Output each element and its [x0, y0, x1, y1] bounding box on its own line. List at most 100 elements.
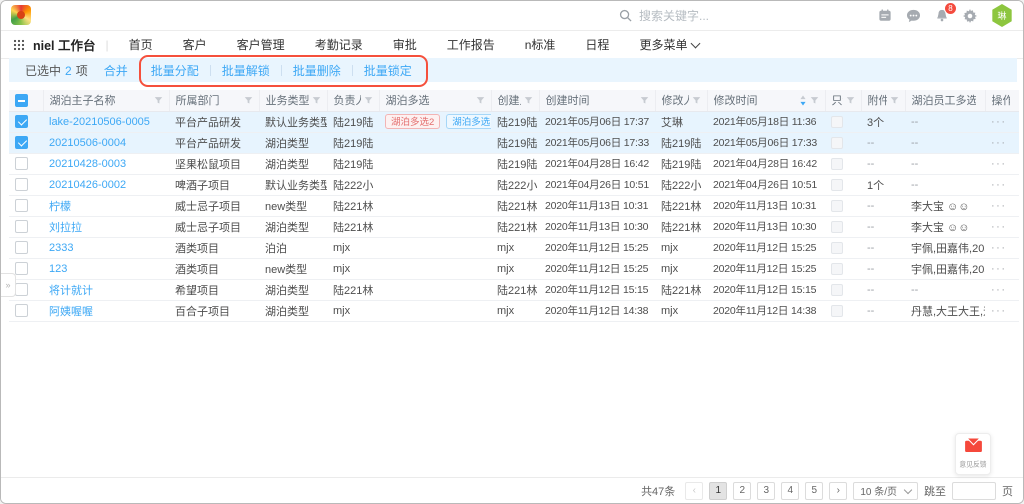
nav-item[interactable]: 审批 — [393, 36, 417, 53]
row-actions-button[interactable]: ··· — [991, 179, 1007, 191]
row-checkbox[interactable] — [15, 220, 28, 233]
readonly-checkbox[interactable] — [831, 221, 843, 233]
readonly-checkbox[interactable] — [831, 200, 843, 212]
filter-icon[interactable] — [810, 96, 819, 105]
page-button[interactable]: 1 — [709, 482, 727, 500]
header-checkbox-cell — [9, 90, 43, 111]
readonly-checkbox[interactable] — [831, 179, 843, 191]
record-link[interactable]: 阿姨喔喔 — [49, 306, 93, 318]
row-actions-button[interactable]: ··· — [991, 116, 1007, 128]
batch-separator — [352, 65, 353, 76]
nav-item[interactable]: 首页 — [129, 36, 153, 53]
row-checkbox[interactable] — [15, 262, 28, 275]
feedback-button[interactable]: 意见反馈 — [955, 433, 991, 475]
nav-item[interactable]: 客户管理 — [237, 36, 285, 53]
record-link[interactable]: 20210506-0004 — [49, 137, 126, 149]
user-avatar[interactable]: 琳 — [991, 4, 1013, 27]
filter-icon[interactable] — [890, 96, 899, 105]
merge-button[interactable]: 合并 — [104, 62, 128, 79]
filter-icon[interactable] — [640, 96, 649, 105]
row-checkbox[interactable] — [15, 241, 28, 254]
row-actions-button[interactable]: ··· — [991, 263, 1007, 275]
batch-action-link[interactable]: 批量分配 — [151, 62, 199, 79]
employees-cell: 丹慧,大王大王,遥 — [905, 300, 985, 321]
page-button[interactable]: 3 — [757, 482, 775, 500]
filter-icon[interactable] — [692, 96, 701, 105]
filter-icon[interactable] — [846, 96, 855, 105]
gear-icon[interactable] — [963, 9, 977, 23]
page-size-select[interactable]: 10 条/页 — [853, 482, 918, 500]
record-link[interactable]: 柠檬 — [49, 201, 71, 213]
row-checkbox[interactable] — [15, 157, 28, 170]
record-link[interactable]: 20210428-0003 — [49, 158, 126, 170]
batch-action-link[interactable]: 批量解锁 — [222, 62, 270, 79]
tags-cell — [379, 216, 491, 237]
nav-items: 首页 客户 客户管理 考勤记录 审批 工作报告 n标准 日程 — [129, 36, 640, 53]
bell-icon[interactable]: 8 — [935, 8, 949, 23]
employees-cell: -- — [905, 174, 985, 195]
filter-icon[interactable] — [244, 96, 253, 105]
nav-item[interactable]: 工作报告 — [447, 36, 495, 53]
next-page-button[interactable]: › — [829, 482, 847, 500]
row-actions-button[interactable]: ··· — [991, 158, 1007, 170]
row-checkbox[interactable] — [15, 304, 28, 317]
readonly-checkbox[interactable] — [831, 305, 843, 317]
batch-action-link[interactable]: 批量删除 — [293, 62, 341, 79]
row-actions-button[interactable]: ··· — [991, 305, 1007, 317]
app-logo[interactable] — [11, 5, 31, 25]
global-search[interactable]: 搜索关键字... — [619, 1, 709, 30]
page-button[interactable]: 2 — [733, 482, 751, 500]
nav-item[interactable]: 客户 — [183, 36, 207, 53]
readonly-checkbox[interactable] — [831, 137, 843, 149]
filter-icon[interactable] — [524, 96, 533, 105]
nav-item[interactable]: n标准 — [525, 36, 556, 53]
filter-icon[interactable] — [312, 96, 321, 105]
readonly-checkbox[interactable] — [831, 158, 843, 170]
actions-cell: ··· — [985, 195, 1019, 216]
readonly-checkbox[interactable] — [831, 242, 843, 254]
row-actions-button[interactable]: ··· — [991, 242, 1007, 254]
row-actions-button[interactable]: ··· — [991, 221, 1007, 233]
row-checkbox[interactable] — [15, 178, 28, 191]
row-checkbox[interactable] — [15, 136, 28, 149]
record-link[interactable]: 2333 — [49, 242, 73, 254]
select-all-checkbox[interactable] — [15, 94, 28, 107]
row-actions-button[interactable]: ··· — [991, 137, 1007, 149]
jump-page-input[interactable] — [952, 482, 996, 500]
nav-item[interactable]: 日程 — [585, 36, 609, 53]
record-link[interactable]: 123 — [49, 263, 67, 275]
nav-item[interactable]: 考勤记录 — [315, 36, 363, 53]
row-checkbox[interactable] — [15, 283, 28, 296]
page-button[interactable]: 4 — [781, 482, 799, 500]
chevron-down-icon — [904, 485, 912, 493]
modifier-cell: 艾琳 — [655, 111, 707, 132]
row-checkbox[interactable] — [15, 115, 28, 128]
prev-page-button[interactable]: ‹ — [685, 482, 703, 500]
record-link[interactable]: 刘拉拉 — [49, 222, 82, 234]
sidebar-expand-handle[interactable]: » — [1, 273, 16, 297]
notebook-icon[interactable] — [878, 9, 892, 22]
readonly-checkbox[interactable] — [831, 284, 843, 296]
record-link[interactable]: 将计就计 — [49, 285, 93, 297]
checkbox-cell — [9, 300, 43, 321]
nav-more-menu[interactable]: 更多菜单 — [639, 36, 699, 53]
record-link[interactable]: lake-20210506-0005 — [49, 116, 150, 128]
row-actions-button[interactable]: ··· — [991, 284, 1007, 296]
chat-icon[interactable] — [906, 9, 921, 23]
filter-icon[interactable] — [476, 96, 485, 105]
filter-icon[interactable] — [154, 96, 163, 105]
page-button[interactable]: 5 — [805, 482, 823, 500]
row-actions-button[interactable]: ··· — [991, 200, 1007, 212]
pagination-bar: 共47条 ‹ 12345 › 10 条/页 跳至 页 — [1, 477, 1023, 503]
nav-divider: | — [106, 38, 109, 52]
filter-icon[interactable] — [364, 96, 373, 105]
readonly-checkbox[interactable] — [831, 263, 843, 275]
readonly-cell — [825, 132, 861, 153]
row-checkbox[interactable] — [15, 199, 28, 212]
sort-icon[interactable] — [799, 95, 807, 106]
readonly-checkbox[interactable] — [831, 116, 843, 128]
apps-grid-icon[interactable] — [13, 39, 25, 51]
workspace-title[interactable]: niel 工作台 — [33, 35, 96, 54]
batch-action-link[interactable]: 批量锁定 — [364, 62, 412, 79]
record-link[interactable]: 20210426-0002 — [49, 179, 126, 191]
